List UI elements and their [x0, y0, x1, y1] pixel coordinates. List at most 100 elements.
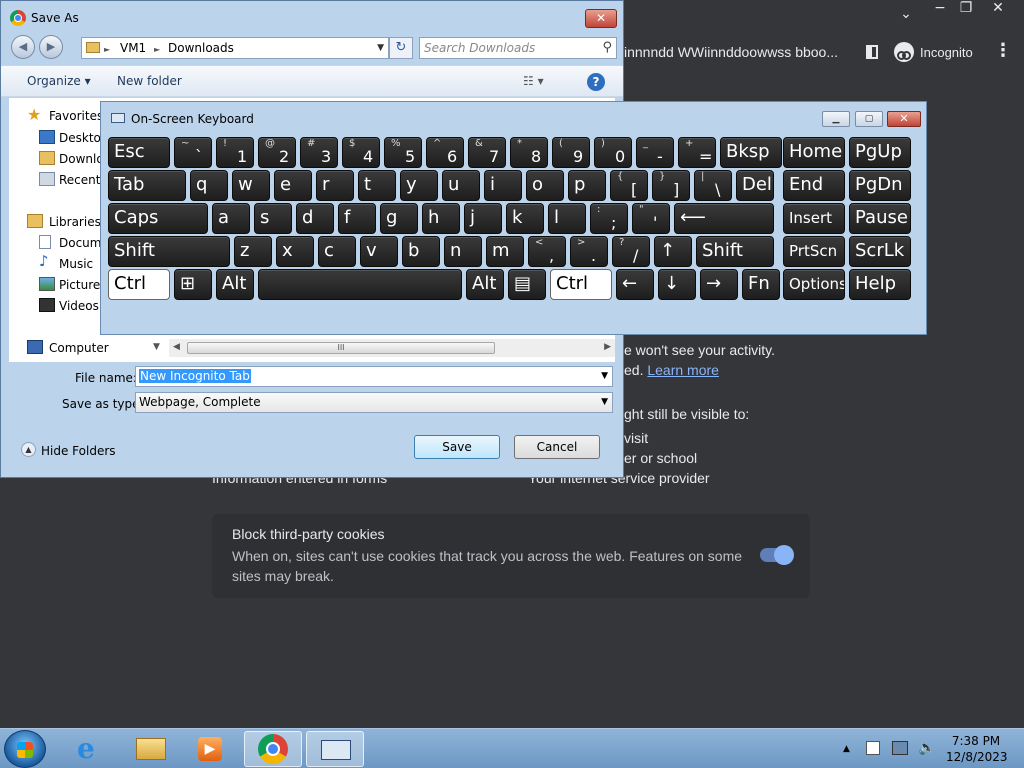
key-0-15[interactable]: Home	[783, 137, 845, 168]
key-3-12[interactable]: Shift	[696, 236, 774, 267]
key-1-4[interactable]: r	[316, 170, 354, 201]
key-2-3[interactable]: d	[296, 203, 334, 234]
scroll-thumb[interactable]: III	[187, 342, 495, 354]
start-button[interactable]	[4, 730, 46, 768]
key-0-13[interactable]: + =	[678, 137, 716, 168]
key-0-10[interactable]: (9	[552, 137, 590, 168]
clock-date[interactable]: 12/8/2023	[946, 749, 1008, 765]
save-type-dropdown-icon[interactable]: ▼	[601, 393, 608, 412]
refresh-button[interactable]: ↻	[389, 37, 413, 59]
key-2-13[interactable]: Insert	[783, 203, 845, 234]
key-1-3[interactable]: e	[274, 170, 312, 201]
key-2-12[interactable]: ⟵	[674, 203, 774, 234]
key-2-11[interactable]: " '	[632, 203, 670, 234]
taskbar-explorer[interactable]	[122, 731, 180, 767]
key-4-12[interactable]: Help	[849, 269, 911, 300]
nav-downloads[interactable]: Downlo	[59, 152, 104, 166]
key-0-16[interactable]: PgUp	[849, 137, 911, 168]
network-icon[interactable]	[892, 741, 908, 755]
save-type-select[interactable]: Webpage, Complete ▼	[135, 392, 613, 413]
key-0-0[interactable]: Esc	[108, 137, 170, 168]
key-3-10[interactable]: ? /	[612, 236, 650, 267]
search-input[interactable]: Search Downloads ⚲	[419, 37, 617, 59]
key-4-3[interactable]	[258, 269, 462, 300]
key-3-1[interactable]: z	[234, 236, 272, 267]
key-2-4[interactable]: f	[338, 203, 376, 234]
key-3-4[interactable]: v	[360, 236, 398, 267]
clock-time[interactable]: 7:38 PM	[946, 733, 1006, 749]
nav-music[interactable]: Music	[59, 257, 93, 271]
scroll-left-icon[interactable]: ◀	[173, 342, 180, 352]
key-4-6[interactable]: Ctrl	[550, 269, 612, 300]
new-folder-button[interactable]: New folder	[117, 74, 182, 88]
key-0-11[interactable]: ) 0	[594, 137, 632, 168]
view-options-icon[interactable]: ☷ ▾	[523, 74, 544, 88]
key-2-14[interactable]: Pause	[849, 203, 911, 234]
key-3-8[interactable]: <,	[528, 236, 566, 267]
incognito-badge[interactable]: Incognito	[886, 38, 981, 66]
key-1-12[interactable]: }]	[652, 170, 690, 201]
volume-icon[interactable]: 🔈	[918, 741, 935, 755]
key-3-0[interactable]: Shift	[108, 236, 230, 267]
help-icon[interactable]: ?	[587, 73, 605, 91]
osk-minimize-button[interactable]: ▁	[822, 111, 850, 127]
key-2-0[interactable]: Caps	[108, 203, 208, 234]
taskbar-chrome[interactable]	[244, 731, 302, 767]
taskbar-osk[interactable]	[306, 731, 364, 767]
cookie-toggle[interactable]	[760, 545, 794, 565]
key-3-7[interactable]: m	[486, 236, 524, 267]
key-0-1[interactable]: ~ `	[174, 137, 212, 168]
action-center-icon[interactable]	[866, 741, 880, 755]
tab-title[interactable]: innnndd WWiinnddoowwss bboo...	[624, 44, 838, 60]
key-1-1[interactable]: q	[190, 170, 228, 201]
key-1-2[interactable]: w	[232, 170, 270, 201]
key-2-8[interactable]: k	[506, 203, 544, 234]
minimize-button[interactable]: −	[926, 0, 954, 16]
key-4-11[interactable]: Options	[783, 269, 845, 300]
key-0-12[interactable]: _ -	[636, 137, 674, 168]
key-0-6[interactable]: % 5	[384, 137, 422, 168]
scroll-right-icon[interactable]: ▶	[604, 342, 611, 352]
key-1-7[interactable]: u	[442, 170, 480, 201]
key-2-9[interactable]: l	[548, 203, 586, 234]
key-4-9[interactable]: →	[700, 269, 738, 300]
key-1-0[interactable]: Tab	[108, 170, 186, 201]
key-2-5[interactable]: g	[380, 203, 418, 234]
nav-libraries[interactable]: Libraries	[49, 215, 101, 229]
breadcrumb-downloads[interactable]: Downloads	[168, 41, 234, 55]
tab-search-button[interactable]: ⌄	[892, 6, 920, 22]
key-3-13[interactable]: PrtScn	[783, 236, 845, 267]
key-1-9[interactable]: o	[526, 170, 564, 201]
key-4-1[interactable]: ⊞	[174, 269, 212, 300]
forward-button[interactable]: ▶	[39, 35, 63, 59]
key-3-14[interactable]: ScrLk	[849, 236, 911, 267]
dialog-close-button[interactable]: ✕	[585, 9, 617, 28]
back-button[interactable]: ◀	[11, 35, 35, 59]
key-4-0[interactable]: Ctrl	[108, 269, 170, 300]
osk-maximize-button[interactable]: ▢	[855, 111, 883, 127]
taskbar-media[interactable]: ▶	[182, 731, 240, 767]
key-4-2[interactable]: Alt	[216, 269, 254, 300]
key-3-6[interactable]: n	[444, 236, 482, 267]
key-1-5[interactable]: t	[358, 170, 396, 201]
nav-computer[interactable]: Computer	[49, 341, 109, 355]
key-0-2[interactable]: ! 1	[216, 137, 254, 168]
nav-favorites[interactable]: Favorites	[49, 109, 103, 123]
key-0-8[interactable]: & 7	[468, 137, 506, 168]
key-4-8[interactable]: ↓	[658, 269, 696, 300]
key-0-7[interactable]: ^ 6	[426, 137, 464, 168]
key-0-4[interactable]: #3	[300, 137, 338, 168]
taskbar-ie[interactable]: e	[62, 731, 120, 767]
key-2-10[interactable]: :;	[590, 203, 628, 234]
tray-expand-icon[interactable]: ▲	[843, 741, 850, 757]
side-panel-icon[interactable]	[866, 45, 878, 59]
cancel-button[interactable]: Cancel	[514, 435, 600, 459]
key-4-10[interactable]: Fn	[742, 269, 780, 300]
osk-close-button[interactable]: ✕	[887, 111, 921, 127]
close-window-button[interactable]: ✕	[984, 0, 1012, 16]
hide-folders-icon[interactable]: ▲	[21, 442, 36, 457]
key-4-4[interactable]: Alt	[466, 269, 504, 300]
key-1-8[interactable]: i	[484, 170, 522, 201]
key-3-5[interactable]: b	[402, 236, 440, 267]
key-1-13[interactable]: | \	[694, 170, 732, 201]
